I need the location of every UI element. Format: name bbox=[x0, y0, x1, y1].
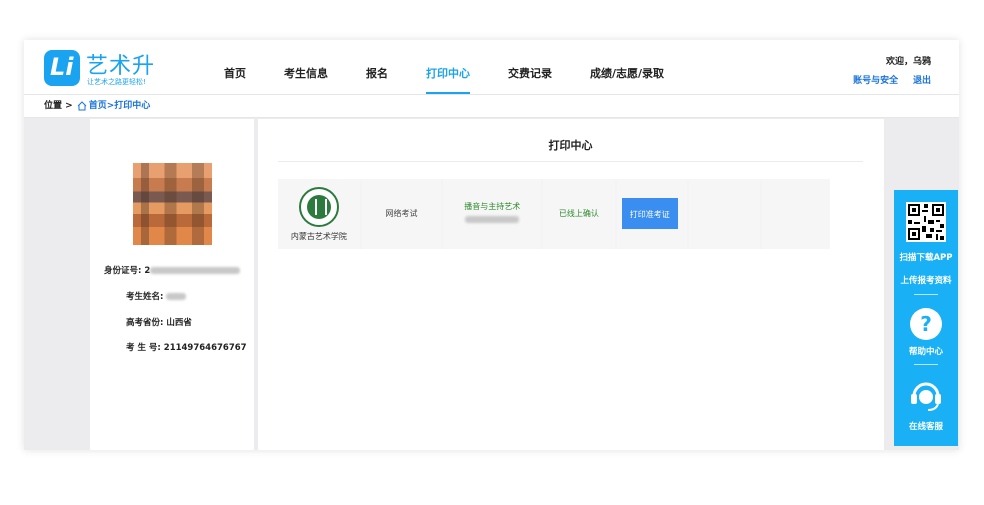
breadcrumb-prefix: 位置 > bbox=[44, 101, 73, 111]
sidebar-divider bbox=[914, 294, 938, 295]
print-admission-ticket-button[interactable]: 打印准考证 bbox=[621, 198, 678, 229]
exam-number: 考 生 号: 21149764676767 bbox=[126, 343, 247, 353]
action-cell: 打印准考证 bbox=[616, 179, 687, 249]
main-nav: 首页 考生信息 报名 打印中心 交费记录 成绩/志愿/录取 bbox=[224, 40, 702, 94]
id-number-row: 身份证号: 2 bbox=[104, 264, 241, 276]
top-header: Li 艺术升 让艺术之路更轻松! 首页 考生信息 报名 打印中心 交费记录 成绩… bbox=[24, 40, 959, 95]
help-center-link[interactable]: 帮助中心 bbox=[894, 345, 958, 357]
breadcrumb-home-link[interactable]: 首页 bbox=[89, 95, 107, 117]
id-number-label: 身份证号: 2 bbox=[104, 266, 151, 276]
school-logo-icon bbox=[299, 187, 339, 227]
nav-candidate-info[interactable]: 考生信息 bbox=[284, 40, 328, 94]
logo-mark-text: Li bbox=[50, 53, 74, 81]
welcome-text: 欢迎，乌鸦 bbox=[885, 57, 931, 67]
nav-payment-records[interactable]: 交费记录 bbox=[508, 40, 552, 94]
nav-print-center[interactable]: 打印中心 bbox=[426, 40, 470, 94]
profile-card: 身份证号: 2 考生姓名: 高考省份: 山西省 考 生 号: 211497646… bbox=[90, 119, 254, 450]
sidebar-divider bbox=[914, 364, 938, 365]
exam-province: 高考省份: 山西省 bbox=[126, 318, 192, 328]
account-security-link[interactable]: 账号与安全 bbox=[853, 76, 898, 86]
exam-type-cell: 网络考试 bbox=[361, 179, 442, 249]
school-cell: 内蒙古艺术学院 bbox=[278, 179, 360, 249]
nav-scores-admission[interactable]: 成绩/志愿/录取 bbox=[590, 40, 664, 94]
right-sidebar: 扫描下载APP 上传报考资料 ? 帮助中心 在线客服 bbox=[894, 190, 958, 446]
major-cell: 播音与主持艺术 bbox=[443, 179, 542, 249]
print-center-panel: 打印中心 内蒙古艺术学院 网络考试 播音与主持艺术 已线上确认 打印准考证 bbox=[258, 119, 884, 450]
site-logo[interactable]: Li 艺术升 让艺术之路更轻松! bbox=[44, 50, 174, 90]
nav-register[interactable]: 报名 bbox=[366, 40, 388, 94]
logo-mark-icon: Li bbox=[44, 50, 80, 86]
status-cell: 已线上确认 bbox=[543, 179, 615, 249]
table-row: 内蒙古艺术学院 网络考试 播音与主持艺术 已线上确认 打印准考证 bbox=[278, 179, 830, 249]
page-title: 打印中心 bbox=[278, 137, 863, 162]
download-app-link[interactable]: 扫描下载APP bbox=[894, 251, 958, 263]
empty-cell bbox=[688, 179, 761, 249]
qr-code-icon bbox=[906, 202, 946, 242]
major-detail-blurred bbox=[465, 216, 520, 223]
status-text: 已线上确认 bbox=[558, 209, 599, 218]
logout-link[interactable]: 退出 bbox=[913, 76, 931, 86]
upload-materials-link[interactable]: 上传报考资料 bbox=[894, 274, 958, 286]
breadcrumb-current: >打印中心 bbox=[106, 101, 151, 111]
candidate-name-blurred bbox=[166, 293, 187, 300]
exam-type: 网络考试 bbox=[385, 209, 418, 218]
nav-home[interactable]: 首页 bbox=[224, 40, 246, 94]
user-panel: 欢迎，乌鸦 账号与安全 退出 bbox=[841, 54, 931, 86]
home-icon bbox=[77, 101, 87, 111]
major-name: 播音与主持艺术 bbox=[464, 202, 521, 211]
id-number-blurred bbox=[150, 267, 241, 274]
empty-cell bbox=[762, 179, 830, 249]
logo-title: 艺术升 bbox=[86, 54, 156, 79]
candidate-name-row: 考生姓名: bbox=[126, 290, 187, 302]
headset-icon[interactable] bbox=[908, 376, 944, 412]
school-name: 内蒙古艺术学院 bbox=[290, 232, 347, 241]
logo-subtitle: 让艺术之路更轻松! bbox=[87, 78, 146, 86]
breadcrumb: 位置 > 首页 >打印中心 bbox=[24, 95, 959, 118]
help-icon[interactable]: ? bbox=[910, 308, 942, 340]
online-service-link[interactable]: 在线客服 bbox=[894, 420, 958, 432]
avatar bbox=[133, 163, 212, 245]
candidate-name-label: 考生姓名: bbox=[126, 292, 164, 302]
